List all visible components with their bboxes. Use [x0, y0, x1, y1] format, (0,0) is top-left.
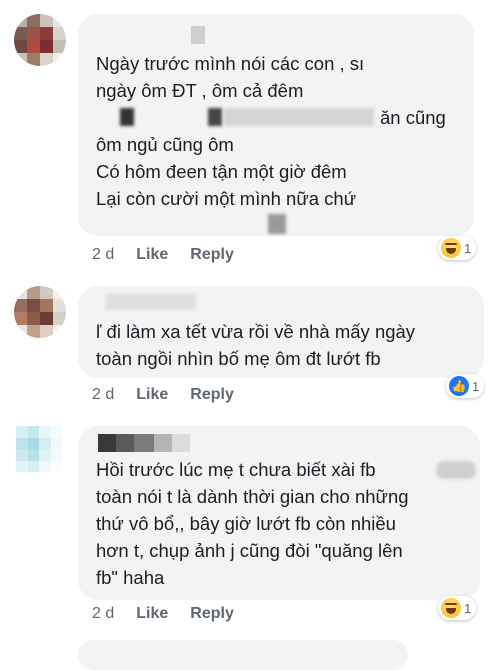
redacted-text: [436, 461, 476, 479]
comment-text-fragment: Hồi trước lúc mẹ t chưa biết xài fb: [96, 459, 376, 480]
comment-text-line: Có hôm đeen tận một giờ đêm: [96, 161, 347, 182]
comment-text-line: thứ vô bổ,, bây giờ lướt fb còn nhiều: [96, 513, 396, 534]
comment-text-line: Lại còn cười một mình nữa chứ: [96, 188, 357, 209]
like-button[interactable]: Like: [136, 605, 168, 623]
reply-button[interactable]: Reply: [190, 605, 234, 623]
like-button[interactable]: Like: [136, 386, 168, 404]
comment-text-line: Ngày trước mình nói các con , sı: [96, 53, 365, 74]
reaction-count: 1: [464, 240, 472, 256]
like-button[interactable]: Like: [136, 246, 168, 264]
comment-text-fragment: ăn cũng: [380, 107, 446, 128]
comment-text-line: ôm ngủ cũng ôm: [96, 134, 234, 155]
comment-text-line: ľ đi làm xa tết vừa rồi về nhà mấy ngày: [96, 321, 416, 342]
redacted-text: [268, 214, 286, 234]
comment-bubble: Ngày trước mình nói các con , sı ngày ôm…: [78, 14, 474, 236]
comment-actions: 2 d Like Reply: [92, 246, 234, 264]
reaction-badge[interactable]: 1: [438, 236, 477, 260]
redacted-text: [208, 108, 222, 126]
comment-text-line: hơn t, chụp ảnh j cũng đòi "quăng lên: [96, 540, 403, 561]
comment-bubble: ľ đi làm xa tết vừa rồi về nhà mấy ngày …: [78, 286, 484, 378]
reply-button[interactable]: Reply: [190, 246, 234, 264]
timestamp[interactable]: 2 d: [92, 386, 114, 404]
reply-button[interactable]: Reply: [190, 386, 234, 404]
reaction-badge[interactable]: 👍 1: [446, 374, 485, 398]
commenter-name-redacted[interactable]: [96, 24, 458, 50]
comment-actions: 2 d Like Reply: [92, 386, 234, 404]
timestamp[interactable]: 2 d: [92, 605, 114, 623]
avatar[interactable]: [16, 426, 62, 472]
commenter-name-redacted[interactable]: [106, 294, 196, 310]
avatar[interactable]: [14, 14, 66, 66]
avatar[interactable]: [14, 286, 66, 338]
comment-text-line: ngày ôm ĐT , ôm cả đêm: [96, 80, 304, 101]
comment-text-line: Hồi trước lúc mẹ t chưa biết xài fb: [96, 456, 476, 483]
comment-text-line: ăn cũng: [96, 104, 458, 131]
redacted-text: [120, 108, 134, 126]
like-icon: 👍: [449, 376, 469, 396]
reaction-count: 1: [464, 600, 472, 616]
comment-text-line: fb" haha: [96, 567, 165, 588]
reaction-count: 1: [472, 378, 480, 394]
comment-actions: 2 d Like Reply: [92, 605, 234, 623]
comment-bubble: Hồi trước lúc mẹ t chưa biết xài fb toàn…: [78, 426, 480, 600]
redacted-text: [224, 108, 374, 126]
haha-icon: [441, 598, 461, 618]
timestamp[interactable]: 2 d: [92, 246, 114, 264]
comment-text-line: toàn nói t là dành thời gian cho những: [96, 486, 409, 507]
comment-text-line: toàn ngồi nhìn bố mẹ ôm đt lướt fb: [96, 348, 381, 369]
next-comment-bubble-partial: [78, 640, 408, 670]
reaction-badge[interactable]: 1: [438, 596, 477, 620]
haha-icon: [441, 238, 461, 258]
